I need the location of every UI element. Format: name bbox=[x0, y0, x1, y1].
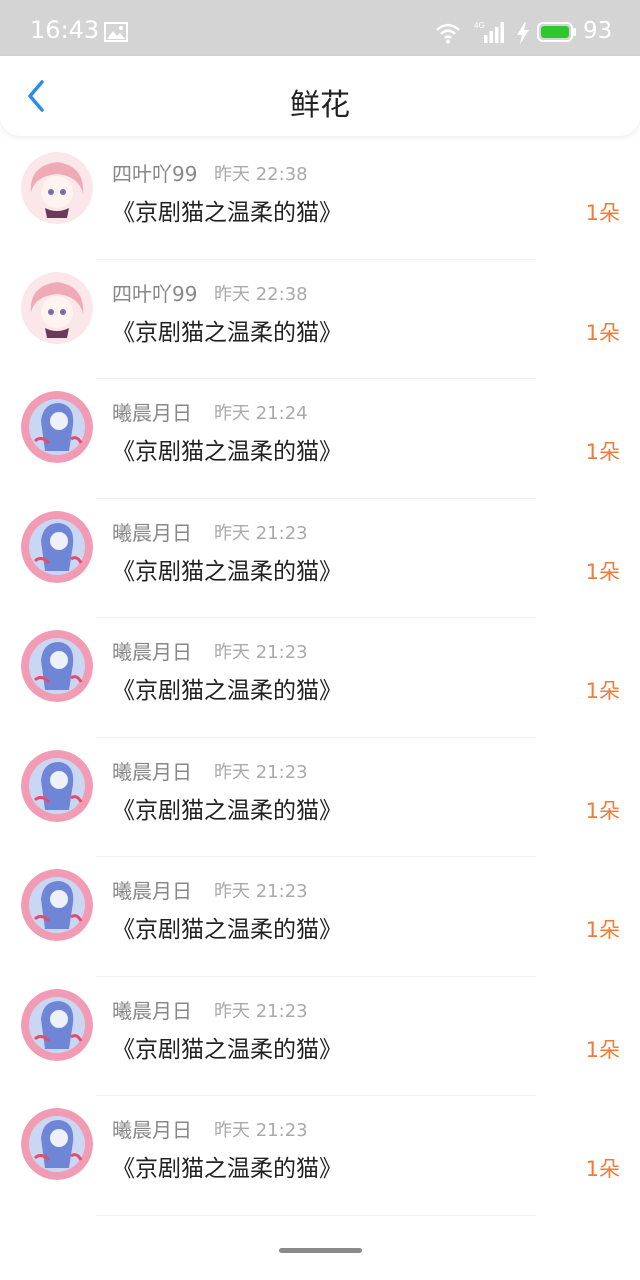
network-label: 4G bbox=[474, 21, 485, 30]
flower-count: 1朵 bbox=[585, 559, 620, 584]
book-title: 《京剧猫之温柔的猫》 bbox=[112, 797, 342, 824]
pink-hair-girl-avatar[interactable] bbox=[21, 271, 93, 344]
book-title: 《京剧猫之温柔的猫》 bbox=[112, 917, 342, 943]
time-label: 昨天 22:38 bbox=[214, 164, 308, 185]
blue-anime-avatar[interactable] bbox=[21, 1108, 93, 1180]
list-item[interactable]: 曦晨月日 昨天 21:23 《京剧猫之温柔的猫》 1朵 bbox=[0, 977, 640, 1096]
flower-count: 1朵 bbox=[585, 1157, 620, 1181]
flower-list: 四叶吖99 昨天 22:38 《京剧猫之温柔的猫》 1朵 四叶吖99 昨天 22… bbox=[0, 140, 640, 1216]
book-title: 《京剧猫之温柔的猫》 bbox=[112, 1036, 342, 1063]
book-title: 《京剧猫之温柔的猫》 bbox=[112, 439, 342, 465]
list-item[interactable]: 曦晨月日 昨天 21:23 《京剧猫之温柔的猫》 1朵 bbox=[0, 1096, 640, 1216]
flower-count: 1朵 bbox=[585, 679, 620, 703]
sender-name: 四叶吖99 bbox=[112, 281, 198, 306]
time-label: 昨天 21:23 bbox=[214, 1120, 308, 1141]
time-label: 昨天 21:23 bbox=[214, 522, 308, 544]
blue-anime-avatar[interactable] bbox=[21, 510, 93, 583]
sender-name: 曦晨月日 bbox=[112, 640, 192, 664]
book-title: 《京剧猫之温柔的猫》 bbox=[112, 558, 342, 585]
battery-level: 93 bbox=[583, 18, 613, 44]
book-title: 《京剧猫之温柔的猫》 bbox=[112, 678, 342, 704]
time-label: 昨天 21:23 bbox=[214, 642, 308, 663]
status-bar: 16:43 4G 93 bbox=[0, 0, 640, 56]
list-item[interactable]: 曦晨月日 昨天 21:23 《京剧猫之温柔的猫》 1朵 bbox=[0, 499, 640, 618]
list-item[interactable]: 四叶吖99 昨天 22:38 《京剧猫之温柔的猫》 1朵 bbox=[0, 260, 640, 379]
page-title: 鲜花 bbox=[290, 88, 350, 123]
list-item[interactable]: 曦晨月日 昨天 21:23 《京剧猫之温柔的猫》 1朵 bbox=[0, 857, 640, 977]
time-label: 昨天 21:23 bbox=[214, 1000, 308, 1022]
list-item[interactable]: 曦晨月日 昨天 21:23 《京剧猫之温柔的猫》 1朵 bbox=[0, 618, 640, 738]
list-item[interactable]: 曦晨月日 昨天 21:24 《京剧猫之温柔的猫》 1朵 bbox=[0, 379, 640, 499]
flower-count: 1朵 bbox=[585, 798, 620, 823]
header: 鲜花 bbox=[0, 56, 640, 136]
charging-icon bbox=[517, 22, 529, 44]
book-title: 《京剧猫之温柔的猫》 bbox=[112, 200, 342, 226]
status-time: 16:43 bbox=[30, 16, 100, 44]
signal-icon: 4G bbox=[474, 21, 504, 43]
blue-anime-avatar[interactable] bbox=[21, 630, 93, 702]
flower-count: 1朵 bbox=[585, 201, 620, 225]
wifi-icon bbox=[436, 23, 460, 44]
time-label: 昨天 21:24 bbox=[214, 403, 308, 424]
sender-name: 曦晨月日 bbox=[112, 401, 192, 425]
image-icon bbox=[104, 22, 128, 42]
row-divider bbox=[96, 1214, 536, 1216]
sender-name: 曦晨月日 bbox=[112, 879, 192, 903]
sender-name: 曦晨月日 bbox=[112, 1118, 192, 1142]
sender-name: 四叶吖99 bbox=[112, 162, 198, 186]
pink-hair-girl-avatar[interactable] bbox=[21, 152, 93, 224]
sender-name: 曦晨月日 bbox=[112, 998, 192, 1023]
blue-anime-avatar[interactable] bbox=[21, 391, 93, 463]
flower-count: 1朵 bbox=[585, 440, 620, 464]
blue-anime-avatar[interactable] bbox=[21, 749, 93, 822]
time-label: 昨天 21:23 bbox=[214, 881, 308, 902]
sender-name: 曦晨月日 bbox=[112, 759, 192, 784]
list-item[interactable]: 四叶吖99 昨天 22:38 《京剧猫之温柔的猫》 1朵 bbox=[0, 140, 640, 260]
flower-count: 1朵 bbox=[585, 320, 620, 345]
flower-count: 1朵 bbox=[585, 1037, 620, 1062]
time-label: 昨天 22:38 bbox=[214, 283, 308, 305]
sender-name: 曦晨月日 bbox=[112, 520, 192, 545]
book-title: 《京剧猫之温柔的猫》 bbox=[112, 1156, 342, 1182]
time-label: 昨天 21:23 bbox=[214, 761, 308, 783]
book-title: 《京剧猫之温柔的猫》 bbox=[112, 319, 342, 346]
blue-anime-avatar[interactable] bbox=[21, 869, 93, 941]
flower-count: 1朵 bbox=[585, 918, 620, 942]
blue-anime-avatar[interactable] bbox=[21, 988, 93, 1061]
list-item[interactable]: 曦晨月日 昨天 21:23 《京剧猫之温柔的猫》 1朵 bbox=[0, 738, 640, 857]
home-indicator[interactable] bbox=[279, 1248, 362, 1253]
battery-icon bbox=[537, 22, 576, 42]
